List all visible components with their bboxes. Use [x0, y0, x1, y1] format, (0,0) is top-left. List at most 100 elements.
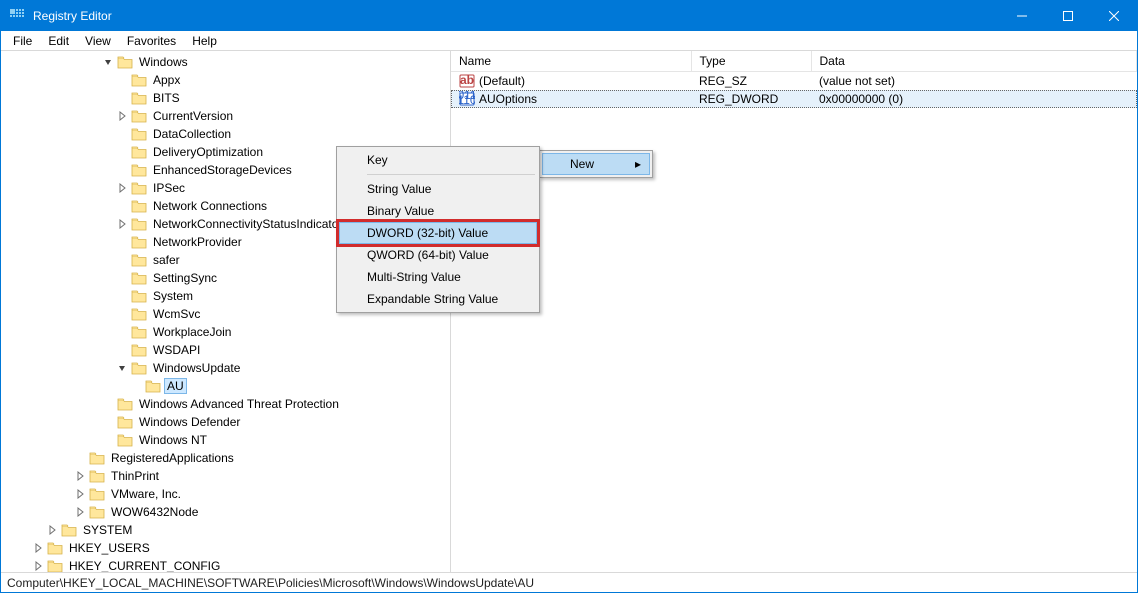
folder-icon	[117, 415, 133, 429]
chevron-right-icon[interactable]	[115, 109, 129, 123]
context-item[interactable]: Multi-String Value	[339, 266, 537, 288]
submenu-arrow-icon: ▸	[635, 157, 641, 171]
tree-node[interactable]: DataCollection	[3, 125, 450, 143]
svg-text:110: 110	[459, 93, 475, 107]
value-list[interactable]: Name Type Data ab (Default) REG_SZ(value n…	[451, 51, 1137, 108]
tree-node[interactable]: HKEY_CURRENT_CONFIG	[3, 557, 450, 572]
context-item[interactable]: Key	[339, 149, 537, 171]
value-data: (value not set)	[811, 72, 1137, 91]
app-icon	[9, 8, 25, 24]
spacer	[115, 271, 129, 285]
tree-node-label: IPSec	[151, 181, 187, 195]
tree-node-label: Windows Defender	[137, 415, 242, 429]
tree-node[interactable]: ThinPrint	[3, 467, 450, 485]
tree-node[interactable]: WorkplaceJoin	[3, 323, 450, 341]
list-row[interactable]: 011110AUOptionsREG_DWORD0x00000000 (0)	[451, 90, 1137, 108]
menu-file[interactable]: File	[5, 32, 40, 50]
menu-favorites[interactable]: Favorites	[119, 32, 184, 50]
tree-node-label: RegisteredApplications	[109, 451, 236, 465]
column-data[interactable]: Data	[811, 51, 1137, 72]
tree-node[interactable]: WindowsUpdate	[3, 359, 450, 377]
tree-node-label: Windows	[137, 55, 190, 69]
chevron-down-icon[interactable]	[101, 55, 115, 69]
context-item-new[interactable]: New▸	[542, 153, 650, 175]
chevron-right-icon[interactable]	[73, 487, 87, 501]
folder-icon	[131, 343, 147, 357]
folder-icon	[131, 271, 147, 285]
chevron-right-icon[interactable]	[115, 181, 129, 195]
value-name: (Default)	[479, 74, 525, 88]
tree-node-label: NetworkProvider	[151, 235, 244, 249]
context-item[interactable]: String Value	[339, 178, 537, 200]
chevron-right-icon[interactable]	[115, 217, 129, 231]
context-item[interactable]: Expandable String Value	[339, 288, 537, 310]
chevron-right-icon[interactable]	[31, 541, 45, 555]
spacer	[115, 73, 129, 87]
maximize-button[interactable]	[1045, 1, 1091, 31]
spacer	[115, 163, 129, 177]
tree-node[interactable]: HKEY_USERS	[3, 539, 450, 557]
tree-node[interactable]: WOW6432Node	[3, 503, 450, 521]
tree-node[interactable]: RegisteredApplications	[3, 449, 450, 467]
tree-node-label: DataCollection	[151, 127, 233, 141]
context-item[interactable]: QWORD (64-bit) Value	[339, 244, 537, 266]
menu-view[interactable]: View	[77, 32, 119, 50]
menu-edit[interactable]: Edit	[40, 32, 77, 50]
folder-icon	[89, 451, 105, 465]
folder-icon	[131, 253, 147, 267]
chevron-right-icon[interactable]	[31, 559, 45, 572]
tree-node[interactable]: Windows Defender	[3, 413, 450, 431]
spacer	[115, 199, 129, 213]
tree-node[interactable]: SYSTEM	[3, 521, 450, 539]
context-menu-new-parent[interactable]: New▸	[539, 150, 653, 178]
folder-icon	[131, 289, 147, 303]
folder-icon	[131, 217, 147, 231]
tree-node-label: Windows NT	[137, 433, 209, 447]
tree-node-label: ThinPrint	[109, 469, 161, 483]
minimize-button[interactable]	[999, 1, 1045, 31]
spacer	[115, 343, 129, 357]
list-row[interactable]: ab (Default) REG_SZ(value not set)	[451, 72, 1137, 91]
context-item[interactable]: DWORD (32-bit) Value	[339, 222, 537, 244]
tree-node[interactable]: Windows Advanced Threat Protection	[3, 395, 450, 413]
column-type[interactable]: Type	[691, 51, 811, 72]
tree-node-label: Network Connections	[151, 199, 269, 213]
spacer	[115, 289, 129, 303]
context-item[interactable]: Binary Value	[339, 200, 537, 222]
context-menu-new-submenu[interactable]: Key String ValueBinary ValueDWORD (32-bit…	[336, 146, 540, 313]
tree-node[interactable]: VMware, Inc.	[3, 485, 450, 503]
tree-node[interactable]: WSDAPI	[3, 341, 450, 359]
titlebar[interactable]: Registry Editor	[1, 1, 1137, 31]
spacer	[101, 397, 115, 411]
chevron-right-icon[interactable]	[73, 505, 87, 519]
tree-node[interactable]: Windows NT	[3, 431, 450, 449]
window-controls	[999, 1, 1137, 31]
spacer	[115, 253, 129, 267]
tree-node-label: CurrentVersion	[151, 109, 235, 123]
folder-icon	[61, 523, 77, 537]
tree-node[interactable]: BITS	[3, 89, 450, 107]
column-name[interactable]: Name	[451, 51, 691, 72]
menubar: FileEditViewFavoritesHelp	[1, 31, 1137, 51]
tree-node-label: NetworkConnectivityStatusIndicator	[151, 217, 344, 231]
tree-node[interactable]: Windows	[3, 53, 450, 71]
tree-node-label: WOW6432Node	[109, 505, 200, 519]
tree-node[interactable]: CurrentVersion	[3, 107, 450, 125]
value-list-pane[interactable]: Name Type Data ab (Default) REG_SZ(value n…	[451, 51, 1137, 572]
folder-icon	[117, 433, 133, 447]
folder-icon	[89, 469, 105, 483]
tree-node-label: HKEY_USERS	[67, 541, 152, 555]
tree-node[interactable]: Appx	[3, 71, 450, 89]
string-value-icon: ab	[459, 73, 475, 89]
registry-editor-window: Registry Editor FileEditViewFavoritesHel…	[0, 0, 1138, 593]
value-type: REG_SZ	[691, 72, 811, 91]
folder-icon	[131, 73, 147, 87]
chevron-right-icon[interactable]	[73, 469, 87, 483]
chevron-down-icon[interactable]	[115, 361, 129, 375]
menu-help[interactable]: Help	[184, 32, 225, 50]
chevron-right-icon[interactable]	[45, 523, 59, 537]
tree-node[interactable]: AU	[3, 377, 450, 395]
spacer	[101, 415, 115, 429]
folder-icon	[131, 109, 147, 123]
close-button[interactable]	[1091, 1, 1137, 31]
